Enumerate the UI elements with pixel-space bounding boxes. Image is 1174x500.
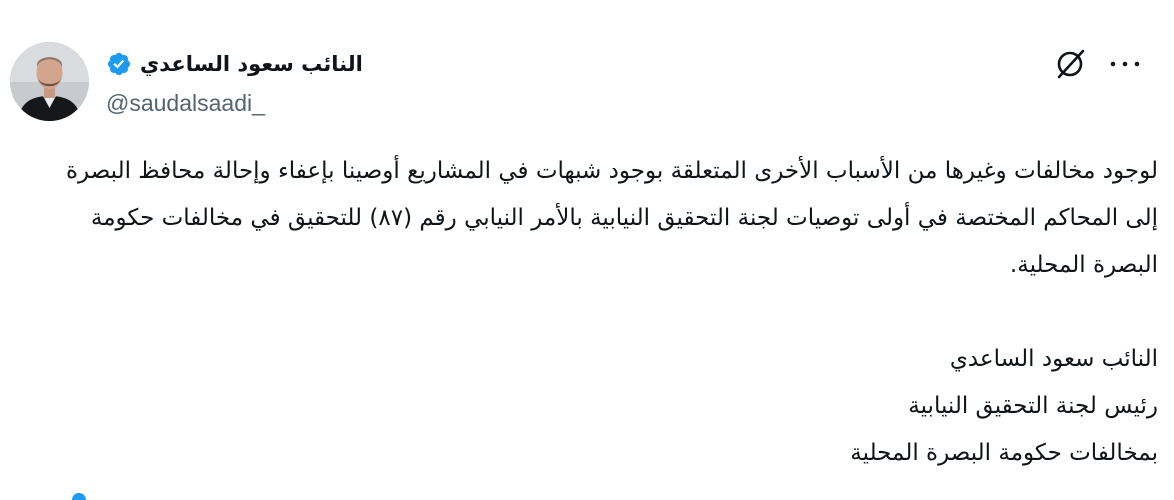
author-display-name: النائب سعود الساعدي <box>140 52 363 76</box>
author-handle[interactable]: @saudalsaadi_ <box>106 90 366 117</box>
post-text: لوجود مخالفات وغيرها من الأسباب الأخرى ا… <box>40 148 1158 477</box>
post-body-paragraph: لوجود مخالفات وغيرها من الأسباب الأخرى ا… <box>65 158 1158 278</box>
more-options-icon[interactable] <box>1108 52 1142 76</box>
signature-line-name: النائب سعود الساعدي <box>949 346 1158 372</box>
signature-line-committee: بمخالفات حكومة البصرة المحلية <box>850 440 1158 466</box>
avatar-image <box>10 42 89 121</box>
cropped-icon-fragment <box>72 493 86 500</box>
author-block: النائب سعود الساعدي @saudalsaadi_ <box>106 46 366 117</box>
verified-badge-icon <box>107 52 131 76</box>
author-name-row[interactable]: النائب سعود الساعدي <box>106 46 366 82</box>
post-card: النائب سعود الساعدي @saudalsaadi_ لوجود … <box>0 0 1174 500</box>
grok-icon[interactable] <box>1052 46 1088 82</box>
signature-line-title: رئيس لجنة التحقيق النيابية <box>908 393 1158 419</box>
avatar[interactable] <box>10 42 89 121</box>
